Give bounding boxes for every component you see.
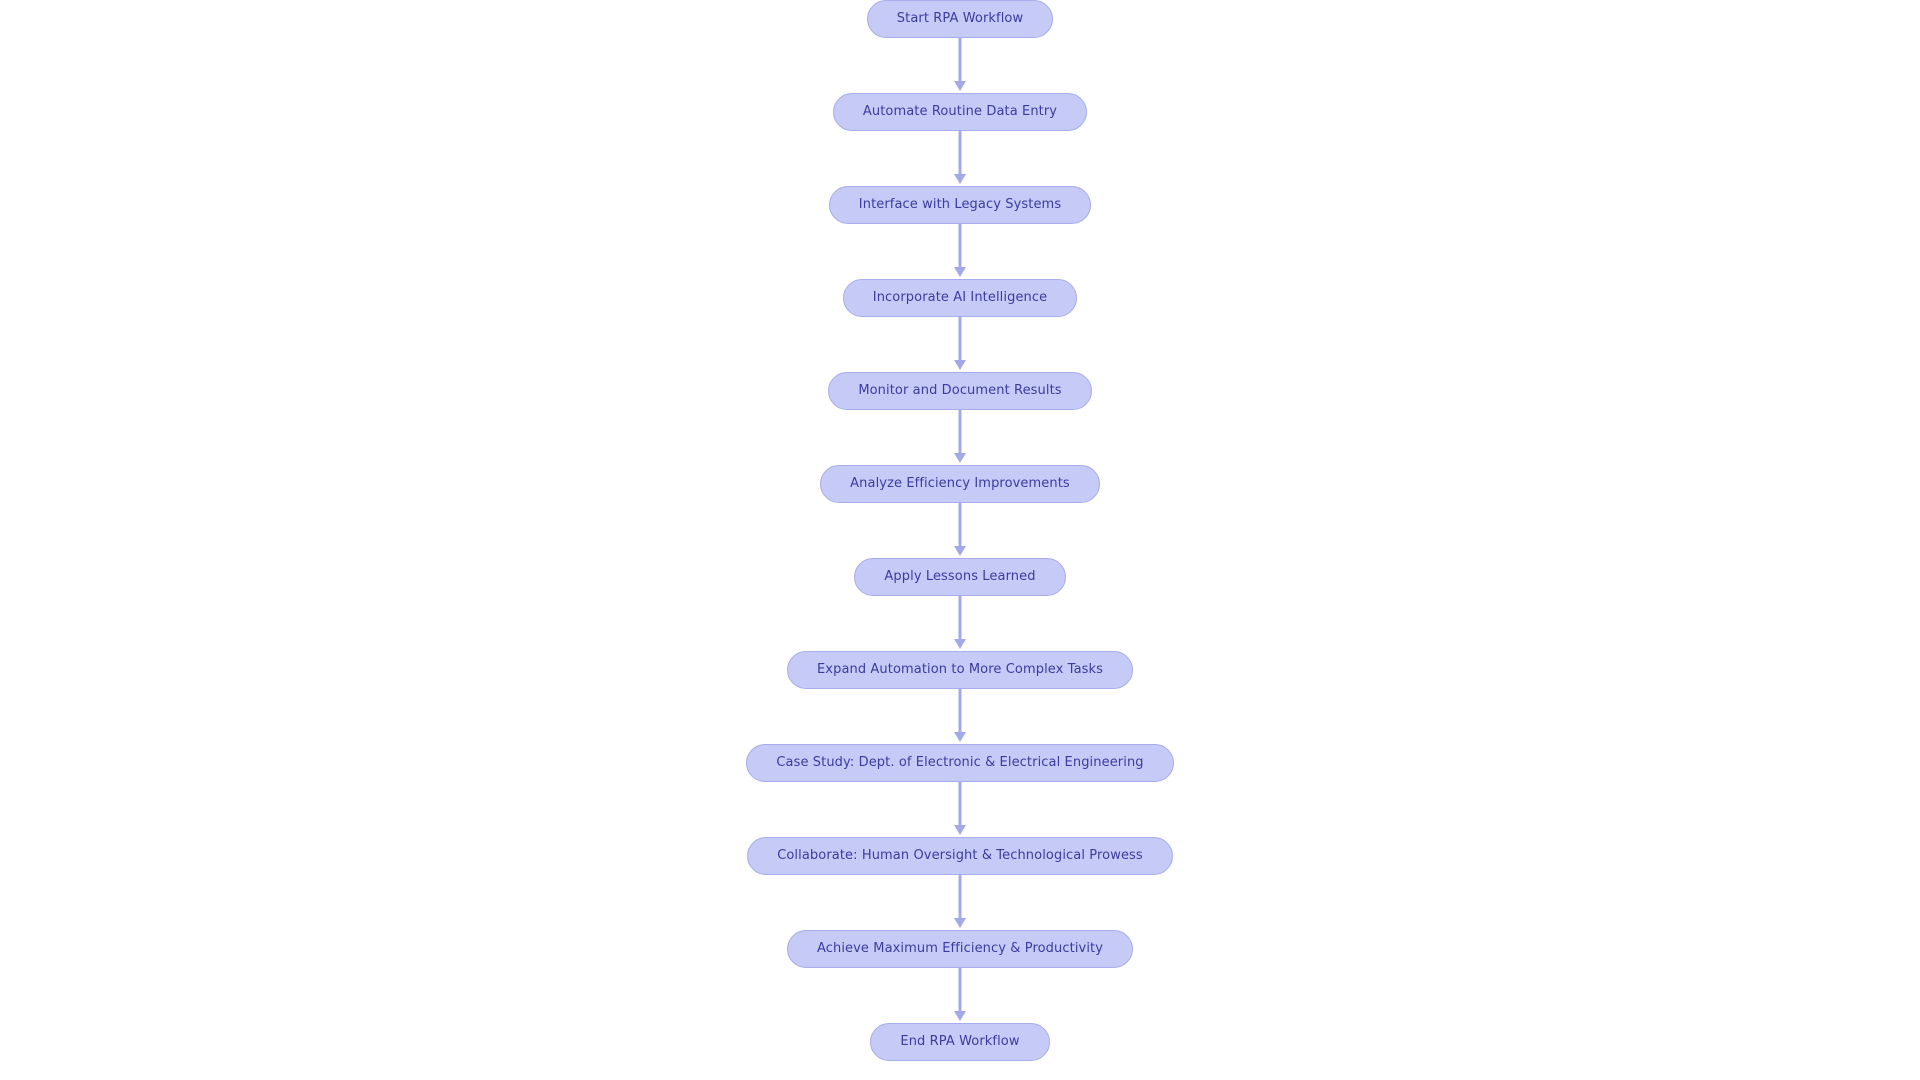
flow-node-expand[interactable]: Expand Automation to More Complex Tasks	[786, 651, 1134, 689]
flow-connector-achieve-to-end	[953, 968, 967, 1023]
connector-line	[958, 224, 962, 269]
arrowhead-icon	[954, 732, 966, 742]
flow-connector-analyze-to-lessons	[953, 503, 967, 558]
connector-line	[958, 689, 962, 734]
flow-connector-monitor-to-analyze	[953, 410, 967, 465]
flow-connector-data-entry-to-legacy	[953, 131, 967, 186]
flow-step: End RPA Workflow	[870, 1023, 1050, 1061]
flow-step: Expand Automation to More Complex Tasks	[786, 651, 1134, 689]
flow-connector-start-to-data-entry	[953, 38, 967, 93]
flow-node-end[interactable]: End RPA Workflow	[870, 1023, 1050, 1061]
arrowhead-icon	[954, 546, 966, 556]
flow-step: Case Study: Dept. of Electronic & Electr…	[746, 744, 1174, 782]
flow-node-monitor[interactable]: Monitor and Document Results	[828, 372, 1092, 410]
flow-step: Start RPA Workflow	[866, 0, 1054, 38]
flow-node-analyze[interactable]: Analyze Efficiency Improvements	[820, 465, 1100, 503]
connector-line	[958, 503, 962, 548]
flow-node-start[interactable]: Start RPA Workflow	[866, 0, 1054, 38]
flow-node-achieve[interactable]: Achieve Maximum Efficiency & Productivit…	[786, 930, 1134, 968]
flow-step: Monitor and Document Results	[828, 372, 1092, 410]
flow-connector-lessons-to-expand	[953, 596, 967, 651]
arrowhead-icon	[954, 453, 966, 463]
arrowhead-icon	[954, 825, 966, 835]
arrowhead-icon	[954, 639, 966, 649]
connector-line	[958, 968, 962, 1013]
flow-connector-collaborate-to-achieve	[953, 875, 967, 930]
flow-connector-legacy-to-ai	[953, 224, 967, 279]
connector-line	[958, 410, 962, 455]
connector-line	[958, 782, 962, 827]
flow-node-case-study[interactable]: Case Study: Dept. of Electronic & Electr…	[746, 744, 1174, 782]
flow-node-legacy[interactable]: Interface with Legacy Systems	[828, 186, 1092, 224]
flow-node-lessons[interactable]: Apply Lessons Learned	[854, 558, 1066, 596]
connector-line	[958, 596, 962, 641]
flow-node-ai[interactable]: Incorporate AI Intelligence	[842, 279, 1078, 317]
arrowhead-icon	[954, 81, 966, 91]
flow-step: Automate Routine Data Entry	[832, 93, 1088, 131]
flow-step: Interface with Legacy Systems	[828, 186, 1092, 224]
flow-node-data-entry[interactable]: Automate Routine Data Entry	[832, 93, 1088, 131]
arrowhead-icon	[954, 918, 966, 928]
flow-step: Collaborate: Human Oversight & Technolog…	[747, 837, 1173, 875]
connector-line	[958, 875, 962, 920]
arrowhead-icon	[954, 174, 966, 184]
connector-line	[958, 131, 962, 176]
flow-step: Analyze Efficiency Improvements	[820, 465, 1100, 503]
flow-step: Apply Lessons Learned	[854, 558, 1066, 596]
flow-connector-expand-to-case-study	[953, 689, 967, 744]
connector-line	[958, 38, 962, 83]
flowchart-canvas: Start RPA Workflow Automate Routine Data…	[0, 0, 1920, 1080]
flow-connector-ai-to-monitor	[953, 317, 967, 372]
flow-step: Incorporate AI Intelligence	[842, 279, 1078, 317]
connector-line	[958, 317, 962, 362]
flowchart-node-column: Start RPA Workflow Automate Routine Data…	[0, 0, 1920, 1080]
arrowhead-icon	[954, 267, 966, 277]
flow-step: Achieve Maximum Efficiency & Productivit…	[786, 930, 1134, 968]
flow-node-collaborate[interactable]: Collaborate: Human Oversight & Technolog…	[747, 837, 1173, 875]
arrowhead-icon	[954, 360, 966, 370]
flow-connector-case-study-to-collaborate	[953, 782, 967, 837]
arrowhead-icon	[954, 1011, 966, 1021]
